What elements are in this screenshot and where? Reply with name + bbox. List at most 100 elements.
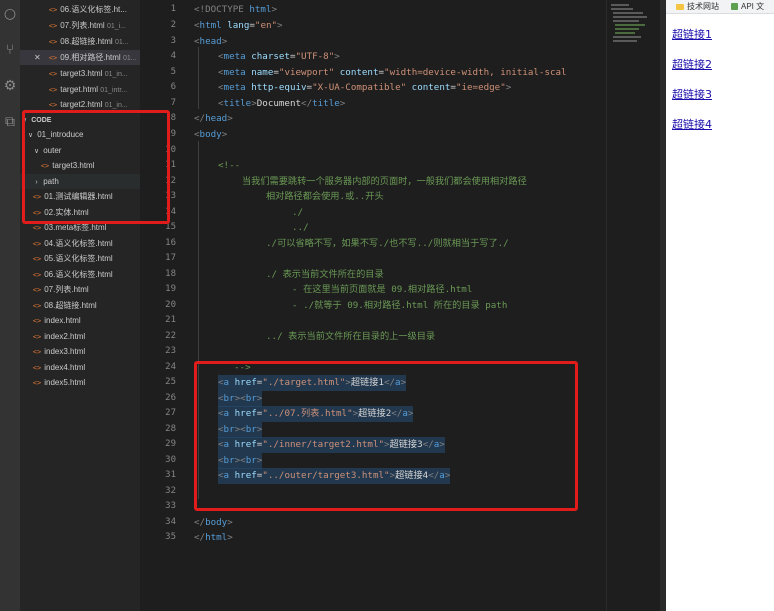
line-number: 21 xyxy=(165,315,176,325)
code-line: <head> xyxy=(194,36,228,47)
line-number: 29 xyxy=(165,439,176,449)
preview-link-3[interactable]: 超链接3 xyxy=(672,86,712,102)
file-item[interactable]: <> 08.超链接.html xyxy=(20,298,140,313)
html-file-icon: <> xyxy=(32,286,42,294)
html-file-icon: <> xyxy=(32,364,42,372)
open-editor-item[interactable]: <> target3.html 01_in... xyxy=(20,66,140,81)
file-item[interactable]: <> 04.语义化标签.html xyxy=(20,236,140,251)
html-file-icon: <> xyxy=(32,379,42,387)
debug-icon[interactable]: ⚙ xyxy=(2,78,18,94)
code-comment: - ./就等于 09.相对路径.html 所在的目录 path xyxy=(292,300,508,311)
bookmark-item[interactable]: 技术网站 xyxy=(687,2,719,11)
line-number: 26 xyxy=(165,393,176,403)
line-number: 35 xyxy=(165,532,176,542)
code-line: <meta http-equiv="X-UA-Compatible" conte… xyxy=(218,82,512,93)
line-number: 6 xyxy=(170,82,176,92)
html-file-icon: <> xyxy=(32,271,42,279)
explorer-sidebar: <> 06.语义化标签.ht... <> 07.列表.html 01_i... … xyxy=(20,0,140,611)
line-number: 22 xyxy=(165,331,176,341)
folder-icon xyxy=(676,3,684,10)
html-file-icon: <> xyxy=(32,255,42,263)
html-file-icon: <> xyxy=(32,333,42,341)
html-file-icon: <> xyxy=(32,317,42,325)
line-number: 2 xyxy=(170,20,176,30)
code-comment: 当我们需要跳转一个服务器内部的页面时，一般我们都会使用相对路径 xyxy=(242,176,527,187)
code-comment: ./ 表示当前文件所在的目录 xyxy=(266,269,384,280)
code-comment: ./ xyxy=(292,207,304,218)
open-editor-item[interactable]: <> 06.语义化标签.ht... xyxy=(20,2,140,17)
open-editor-item[interactable]: <> 08.超链接.html 01... xyxy=(20,34,140,49)
file-item[interactable]: <> index.html xyxy=(20,313,140,328)
line-number: 17 xyxy=(165,253,176,263)
line-number: 1 xyxy=(170,4,176,14)
minimap-line xyxy=(613,16,647,18)
code-line: </body> xyxy=(194,517,233,528)
code-comment: <!-- xyxy=(218,160,241,171)
html-file-icon: <> xyxy=(48,38,58,46)
code-line: <body> xyxy=(194,129,228,140)
html-file-icon: <> xyxy=(32,302,42,310)
search-icon[interactable]: ○ xyxy=(2,6,18,22)
line-number: 25 xyxy=(165,377,176,387)
code-comment: - 在这里当前页面就是 09.相对路径.html xyxy=(292,284,473,295)
minimap-line xyxy=(613,36,641,38)
code-line: <meta name="viewport" content="width=dev… xyxy=(218,67,567,78)
html-file-icon: <> xyxy=(48,86,58,94)
html-file-icon: <> xyxy=(32,240,42,248)
file-item[interactable]: <> index5.html xyxy=(20,375,140,390)
line-number-gutter: 1 2 3 4 5 6 7 8 9 10 11 12 13 14 15 16 17 18 19 20 21 22 23 24 2… xyxy=(140,0,180,611)
line-number: 5 xyxy=(170,67,176,77)
line-number: 34 xyxy=(165,517,176,527)
code-line: <html lang="en"> xyxy=(194,20,283,31)
indent-guide xyxy=(198,47,199,109)
code-comment: ../ xyxy=(292,222,309,233)
code-line: </html> xyxy=(194,532,233,543)
minimap-line xyxy=(611,8,633,10)
code-line: </head> xyxy=(194,113,233,124)
preview-link-2[interactable]: 超链接2 xyxy=(672,56,712,72)
code-line: <meta charset="UTF-8"> xyxy=(218,51,340,62)
file-item[interactable]: <> index3.html xyxy=(20,344,140,359)
line-number: 3 xyxy=(170,36,176,46)
bookmarks-bar: 技术网站 API 文 xyxy=(666,0,774,14)
preview-link-1[interactable]: 超链接1 xyxy=(672,26,712,42)
line-number: 16 xyxy=(165,238,176,248)
file-item[interactable]: <> 06.语义化标签.html xyxy=(20,267,140,282)
minimap-line xyxy=(615,28,639,30)
file-item[interactable]: <> index4.html xyxy=(20,360,140,375)
annotation-box-code xyxy=(194,361,578,511)
close-icon[interactable]: ✕ xyxy=(34,50,44,65)
annotation-box-sidebar xyxy=(22,110,170,224)
line-number: 28 xyxy=(165,424,176,434)
open-editor-item-active[interactable]: ✕ <> 09.相对路径.html 01... xyxy=(20,50,140,65)
minimap-line xyxy=(611,4,629,6)
html-file-icon: <> xyxy=(48,22,58,30)
html-file-icon: <> xyxy=(48,70,58,78)
file-item[interactable]: <> index2.html xyxy=(20,329,140,344)
browser-preview: 技术网站 API 文 超链接1 超链接2 超链接3 超链接4 xyxy=(666,0,774,611)
html-file-icon: <> xyxy=(32,348,42,356)
minimap-line xyxy=(613,20,639,22)
minimap-line xyxy=(613,40,637,42)
file-item[interactable]: <> 07.列表.html xyxy=(20,282,140,297)
source-control-icon[interactable]: ⑂ xyxy=(2,42,18,58)
line-number: 18 xyxy=(165,269,176,279)
line-number: 30 xyxy=(165,455,176,465)
minimap-line xyxy=(615,32,635,34)
line-number: 27 xyxy=(165,408,176,418)
line-number: 23 xyxy=(165,346,176,356)
minimap-line xyxy=(615,24,645,26)
code-editor[interactable]: <!DOCTYPE html> <html lang="en"> <head> … xyxy=(180,0,606,611)
file-item[interactable]: <> 05.语义化标签.html xyxy=(20,251,140,266)
line-number: 32 xyxy=(165,486,176,496)
line-number: 4 xyxy=(170,51,176,61)
line-number: 20 xyxy=(165,300,176,310)
minimap-line xyxy=(613,12,643,14)
preview-link-4[interactable]: 超链接4 xyxy=(672,116,712,132)
open-editor-item[interactable]: <> 07.列表.html 01_i... xyxy=(20,18,140,33)
open-editor-item[interactable]: <> target.html 01_intr... xyxy=(20,82,140,97)
extensions-icon[interactable]: ⧉ xyxy=(2,114,18,130)
line-number: 31 xyxy=(165,470,176,480)
bookmark-item[interactable]: API 文 xyxy=(741,2,764,11)
minimap[interactable] xyxy=(606,0,664,611)
